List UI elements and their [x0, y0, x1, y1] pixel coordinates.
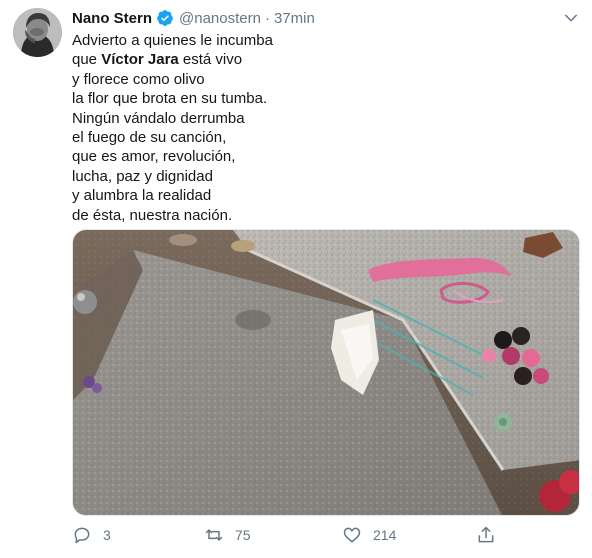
text-segment: y florece como olivo	[72, 70, 205, 88]
tweet-text-line: que es amor, revolución,	[72, 147, 572, 166]
text-segment: que es amor, revolución,	[72, 148, 236, 166]
text-segment: que	[72, 51, 102, 69]
text-segment: está vivo	[178, 51, 243, 69]
bold-name: Víctor Jara	[101, 51, 179, 69]
share-icon	[478, 526, 494, 543]
separator-dot: ·	[264, 9, 270, 27]
tweet-media[interactable]	[72, 229, 580, 516]
reply-icon	[74, 527, 90, 544]
tweet-text-line: lucha, paz y dignidad	[72, 167, 572, 186]
tweet-text-line: que Víctor Jara está vivo	[72, 50, 572, 69]
tweet-text-line: el fuego de su canción,	[72, 128, 572, 147]
tweet-actions: 3 75 214	[72, 523, 580, 547]
text-segment: el fuego de su canción,	[72, 129, 227, 147]
tweet-text-line: Ningún vándalo derrumba	[72, 109, 572, 128]
tweet-text-line: y florece como olivo	[72, 70, 572, 89]
tweet-text-line: la flor que brota en su tumba.	[72, 89, 572, 108]
tweet-text: Advierto a quienes le incumba que Víctor…	[72, 31, 572, 225]
heart-icon	[343, 527, 361, 543]
reply-button[interactable]: 3	[72, 523, 111, 547]
tomb-photo	[73, 230, 579, 515]
like-count: 214	[373, 527, 397, 543]
tweet-text-line: de ésta, nuestra nación.	[72, 206, 572, 225]
display-name[interactable]: Nano Stern	[72, 10, 152, 27]
text-segment: y alumbra la realidad	[72, 187, 212, 205]
tweet-header: Nano Stern @nanostern · 37min	[72, 8, 315, 28]
avatar[interactable]	[13, 8, 62, 57]
handle[interactable]: @nanostern	[179, 10, 261, 27]
tweet[interactable]: Nano Stern @nanostern · 37min Advierto a…	[0, 0, 592, 558]
retweet-button[interactable]: 75	[204, 523, 251, 547]
reply-count: 3	[103, 527, 111, 543]
user-avatar-photo	[13, 8, 62, 57]
share-button[interactable]	[476, 523, 496, 547]
text-segment: de ésta, nuestra nación.	[72, 206, 233, 224]
text-segment: la flor que brota en su tumba.	[72, 90, 268, 108]
verified-badge-icon	[156, 9, 174, 27]
text-segment: lucha, paz y dignidad	[72, 167, 213, 185]
retweet-icon	[205, 529, 223, 541]
chevron-down-icon[interactable]	[562, 9, 580, 27]
text-segment: Advierto a quienes le incumba	[72, 32, 273, 49]
timestamp[interactable]: 37min	[274, 10, 315, 27]
tweet-text-line: y alumbra la realidad	[72, 186, 572, 205]
tweet-text-line: Advierto a quienes le incumba	[72, 31, 572, 50]
like-button[interactable]: 214	[342, 523, 396, 547]
retweet-count: 75	[235, 527, 251, 543]
text-segment: Ningún vándalo derrumba	[72, 109, 245, 127]
